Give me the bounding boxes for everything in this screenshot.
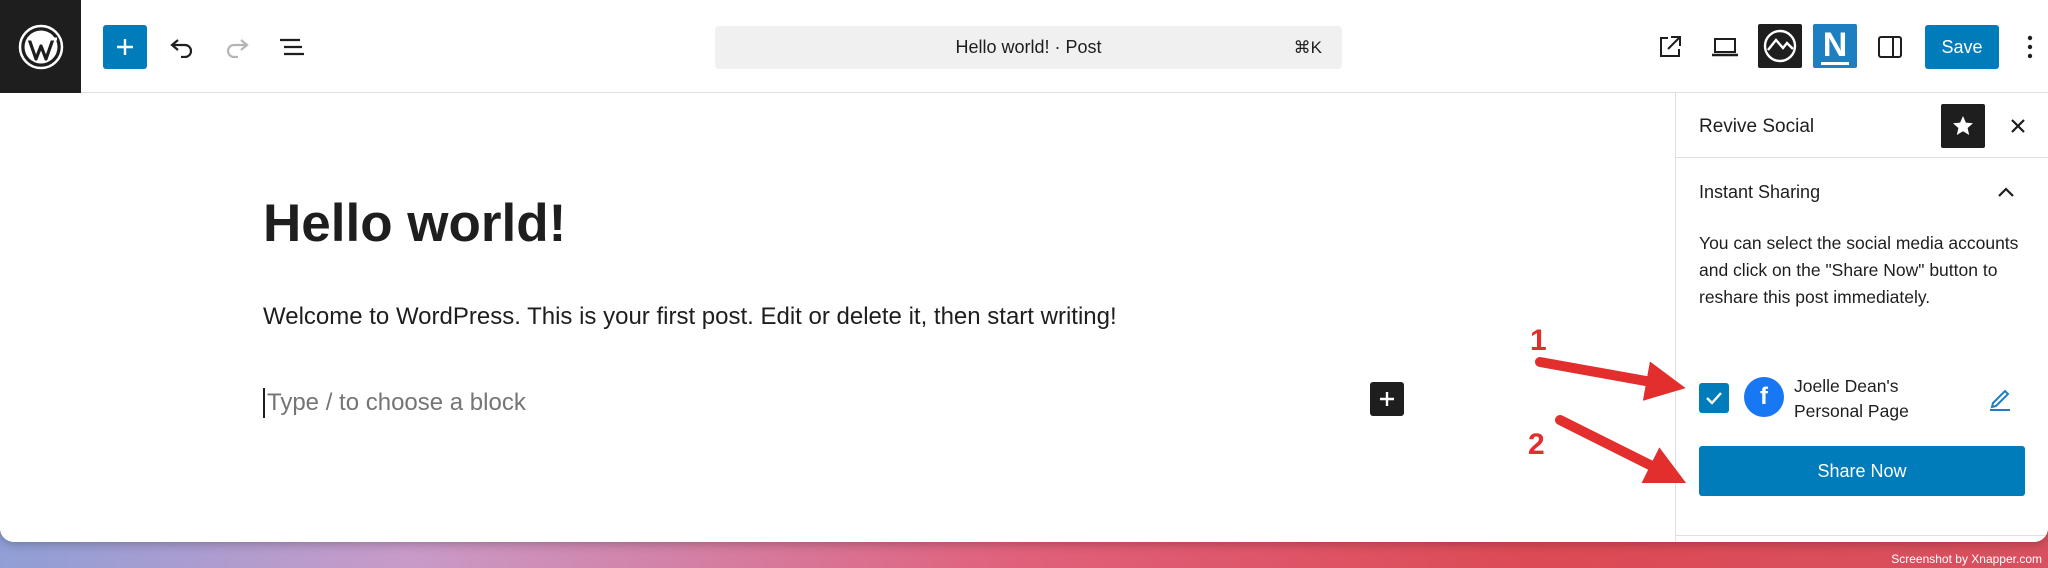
edit-message-button[interactable] [1984, 383, 2016, 415]
add-block-button[interactable] [103, 25, 147, 69]
command-bar-text: Hello world! · Post [955, 37, 1102, 57]
command-palette-bar[interactable]: Hello world! · Post ⌘K [715, 26, 1342, 69]
paragraph-block[interactable]: Welcome to WordPress. This is your first… [263, 303, 1117, 331]
chevron-up-icon [1998, 187, 2014, 197]
external-link-icon [1660, 36, 1681, 57]
sidebar-header: Revive Social [1676, 93, 2048, 158]
list-view-icon [280, 38, 304, 56]
post-title[interactable]: Hello world! [263, 193, 566, 254]
view-post-button[interactable] [1650, 25, 1690, 69]
edit-pencil-icon [1990, 389, 2010, 411]
wordpress-icon [18, 24, 63, 69]
settings-sidebar-toggle[interactable] [1870, 25, 1910, 69]
editor-toolbar: Hello world! · Post ⌘K N Save [0, 0, 2048, 93]
plus-icon [1380, 392, 1394, 406]
instant-sharing-panel-title[interactable]: Instant Sharing [1699, 182, 1820, 203]
close-icon [2011, 119, 2025, 133]
revive-social-plugin-button[interactable] [1758, 24, 1802, 68]
instant-sharing-description: You can select the social media accounts… [1699, 233, 2019, 307]
screenshot-credit: Screenshot by Xnapper.com [1891, 552, 2042, 566]
empty-block-placeholder[interactable]: Type / to choose a block [263, 388, 526, 418]
pin-favorite-button[interactable] [1941, 104, 1985, 148]
sidebar-icon [1878, 36, 1902, 58]
star-icon [1953, 116, 1973, 135]
undo-button[interactable] [162, 25, 202, 69]
document-overview-button[interactable] [272, 25, 312, 69]
editor-window: Hello world! · Post ⌘K N Save Hello worl… [0, 0, 2048, 542]
redo-icon [226, 39, 249, 58]
save-button[interactable]: Save [1925, 25, 1999, 69]
close-sidebar-button[interactable] [1996, 104, 2040, 148]
plugin-n-icon: N [1820, 25, 1850, 65]
command-shortcut: ⌘K [1293, 38, 1322, 57]
wordpress-logo-button[interactable] [0, 0, 81, 93]
inline-add-block-button[interactable] [1370, 382, 1404, 416]
sidebar-title: Revive Social [1699, 116, 1815, 137]
annotation-label-1: 1 [1530, 324, 1547, 357]
account-checkbox[interactable] [1699, 383, 1729, 413]
panel-divider [1676, 535, 2048, 536]
editor-canvas: Hello world! Welcome to WordPress. This … [0, 93, 1675, 542]
checkmark-icon [1706, 392, 1722, 405]
revive-social-icon [1763, 29, 1797, 63]
more-vertical-icon [2027, 35, 2033, 59]
revive-social-sidebar: Revive Social Instant Sharing You can se… [1675, 93, 2048, 542]
share-now-button[interactable]: Share Now [1699, 446, 2025, 496]
facebook-icon: f [1744, 377, 1784, 417]
preview-device-button[interactable] [1705, 25, 1745, 69]
panel-collapse-toggle[interactable] [1991, 177, 2021, 207]
plus-icon [117, 39, 133, 55]
desktop-icon [1712, 38, 1738, 57]
plugin-n-button[interactable]: N [1813, 24, 1857, 68]
undo-icon [170, 39, 193, 58]
options-menu-button[interactable] [2016, 25, 2044, 69]
account-name: Joelle Dean's Personal Page [1794, 376, 1909, 421]
redo-button[interactable] [217, 25, 257, 69]
annotation-label-2: 2 [1528, 428, 1545, 461]
